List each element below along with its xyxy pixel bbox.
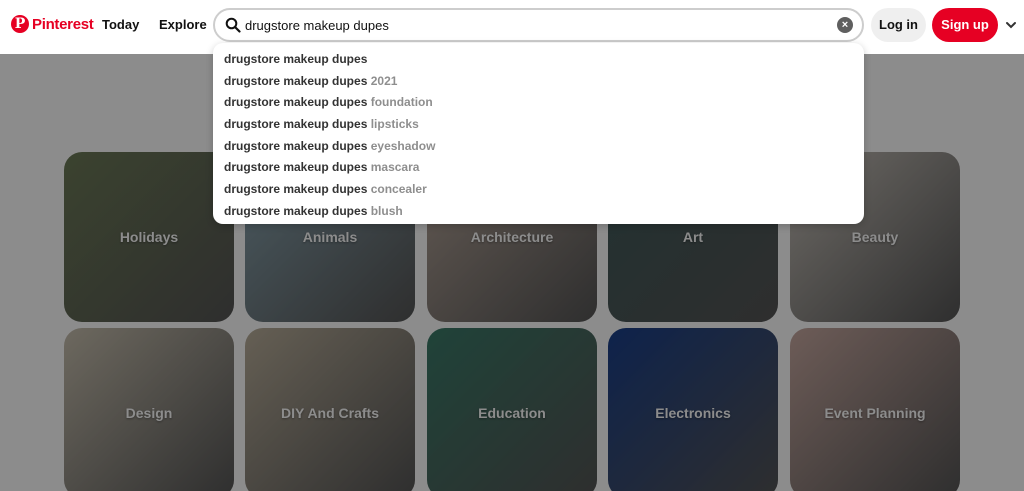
suggestion-item[interactable]: drugstore makeup dupes foundation (213, 92, 864, 114)
search-icon (225, 17, 241, 33)
suggestion-item[interactable]: drugstore makeup dupes eyeshadow (213, 136, 864, 158)
suggestion-item[interactable]: drugstore makeup dupes concealer (213, 179, 864, 201)
login-button[interactable]: Log in (871, 8, 926, 42)
nav-explore-link[interactable]: Explore (159, 17, 207, 32)
search-input[interactable] (245, 15, 805, 35)
search-bar[interactable]: × (213, 8, 864, 42)
suggestion-item[interactable]: drugstore makeup dupes (213, 49, 864, 71)
chevron-down-icon[interactable] (1004, 18, 1018, 32)
close-icon[interactable]: × (837, 17, 853, 33)
suggestion-item[interactable]: drugstore makeup dupes blush (213, 201, 864, 223)
suggestion-item[interactable]: drugstore makeup dupes mascara (213, 157, 864, 179)
pinterest-logo-icon: P (11, 15, 29, 33)
pinterest-logo[interactable]: P Pinterest (11, 15, 94, 33)
signup-button[interactable]: Sign up (932, 8, 998, 42)
suggestion-item[interactable]: drugstore makeup dupes lipsticks (213, 114, 864, 136)
nav-today-link[interactable]: Today (102, 17, 139, 32)
search-suggestions-dropdown: drugstore makeup dupes drugstore makeup … (213, 43, 864, 224)
brand-name: Pinterest (32, 15, 94, 33)
suggestion-item[interactable]: drugstore makeup dupes 2021 (213, 71, 864, 93)
